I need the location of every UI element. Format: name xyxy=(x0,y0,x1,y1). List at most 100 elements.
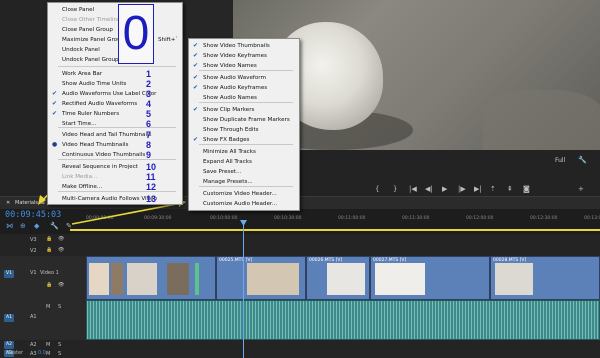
panel-menu: Close Panel Close Other Timeline Panels Cl… xyxy=(47,2,183,205)
check-icon: ✔ xyxy=(193,136,199,143)
menu-item[interactable]: ✔ Show Video Keyframes xyxy=(189,51,297,61)
check-icon: ✔ xyxy=(193,106,199,113)
menu-item[interactable]: Make Offline... 12 xyxy=(48,182,180,192)
menu-item-label: Audio Waveforms Use Label Color xyxy=(62,91,157,97)
check-icon: ✔ xyxy=(193,74,199,81)
menu-item: Close Other Timeline Panels xyxy=(48,15,180,25)
check-icon: ✔ xyxy=(193,42,199,49)
menu-item[interactable]: Minimize All Tracks xyxy=(189,147,297,157)
menu-item-label: Show Audio Keyframes xyxy=(203,85,268,91)
annotation-number: 10 xyxy=(146,162,157,172)
menu-item-label: Expand All Tracks xyxy=(203,159,252,165)
menu-item[interactable]: Maximize Panel Group Shift+` xyxy=(48,35,180,45)
timeline-settings-menu: ✔ Show Video Thumbnails ✔ Show Video Keyfra… xyxy=(188,38,300,211)
menu-item[interactable]: ✔ Audio Waveforms Use Label Color 3 xyxy=(48,89,180,99)
annotation-number: 9 xyxy=(146,150,152,160)
menu-item-label: Show FX Badges xyxy=(203,137,250,143)
menu-item[interactable]: Show Through Edits xyxy=(189,125,297,135)
menu-item-label: Undock Panel xyxy=(62,47,100,53)
annotation-number: 7 xyxy=(146,130,152,140)
menu-item[interactable]: Reveal Sequence in Project 10 xyxy=(48,162,180,172)
annotation-number: 12 xyxy=(146,182,157,192)
menu-item-label: Show Audio Names xyxy=(203,95,257,101)
menu-item-label: Show Through Edits xyxy=(203,127,259,133)
arrow-head-1 xyxy=(38,195,46,205)
menu-item-label: Show Duplicate Frame Markers xyxy=(203,117,290,123)
annotation-number: 2 xyxy=(146,79,152,89)
menu-item-label: Show Audio Time Units xyxy=(62,81,127,87)
menu-item-label: Undock Panel Group xyxy=(62,57,119,63)
menu-item[interactable]: Work Area Bar 1 xyxy=(48,69,180,79)
menu-item[interactable]: ● Video Head Thumbnails 8 xyxy=(48,140,180,150)
menu-item[interactable]: Save Preset... xyxy=(189,167,297,177)
menu-item-label: Start Time... xyxy=(62,121,97,127)
menu-item-label: Make Offline... xyxy=(62,184,103,190)
menu-item[interactable]: Customize Video Header... xyxy=(189,189,297,199)
menu-item[interactable]: Undock Panel Group xyxy=(48,55,180,65)
menu-item-label: Show Video Names xyxy=(203,63,257,69)
menu-item-label: Show Video Keyframes xyxy=(203,53,267,59)
annotation-number: 6 xyxy=(146,119,152,129)
menu-item[interactable]: Video Head and Tail Thumbnails 7 xyxy=(48,130,180,140)
menu-item-label: Customize Video Header... xyxy=(203,191,277,197)
menu-item[interactable]: Continuous Video Thumbnails 9 xyxy=(48,150,180,160)
menu-item-label: Rectified Audio Waveforms xyxy=(62,101,138,107)
menu-item[interactable]: Show Audio Time Units 2 xyxy=(48,79,180,89)
menu-item-label: Maximize Panel Group xyxy=(62,37,125,43)
menu-item[interactable]: Close Panel Group xyxy=(48,25,180,35)
menu-item-label: Reveal Sequence in Project xyxy=(62,164,138,170)
menu-item[interactable]: ✔ Rectified Audio Waveforms 4 xyxy=(48,99,180,109)
menu-item-label: Time Ruler Numbers xyxy=(62,111,120,117)
menu-item-label: Show Audio Waveform xyxy=(203,75,266,81)
menu-item[interactable]: Undock Panel xyxy=(48,45,180,55)
menu-item[interactable]: ✔ Show FX Badges xyxy=(189,135,297,145)
menu-item[interactable]: Show Duplicate Frame Markers xyxy=(189,115,297,125)
menu-item-label: Show Clip Markers xyxy=(203,107,255,113)
menu-item[interactable]: ✔ Show Video Names xyxy=(189,61,297,71)
menu-item[interactable]: Customize Audio Header... xyxy=(189,199,297,209)
annotation-number: 4 xyxy=(146,99,152,109)
annotation-number: 11 xyxy=(146,172,156,182)
check-icon: ✔ xyxy=(52,110,58,117)
annotation-number: 8 xyxy=(146,140,152,150)
menu-shortcut: Shift+` xyxy=(158,37,179,43)
menu-item: Link Media... 11 xyxy=(48,172,180,182)
menu-item[interactable]: ✔ Show Video Thumbnails xyxy=(189,41,297,51)
check-icon: ✔ xyxy=(193,62,199,69)
menu-item[interactable]: Manage Presets... xyxy=(189,177,297,187)
check-icon: ✔ xyxy=(52,100,58,107)
menu-item-label: Link Media... xyxy=(62,174,98,180)
check-icon: ✔ xyxy=(193,84,199,91)
check-icon: ✔ xyxy=(52,90,58,97)
menu-item-label: Multi-Camera Audio Follows Video xyxy=(62,196,158,202)
annotation-big-number: 0 xyxy=(118,4,154,64)
menu-item-label: Video Head and Tail Thumbnails xyxy=(62,132,152,138)
arrow-line-2 xyxy=(71,202,183,225)
annotation-number: 5 xyxy=(146,109,152,119)
menu-item-label: Close Panel xyxy=(62,7,95,13)
check-icon: ✔ xyxy=(193,52,199,59)
menu-item-label: Show Video Thumbnails xyxy=(203,43,270,49)
annotation-number: 3 xyxy=(146,89,152,99)
menu-item-label: Video Head Thumbnails xyxy=(62,142,129,148)
menu-item[interactable]: Expand All Tracks xyxy=(189,157,297,167)
menu-item-label: Save Preset... xyxy=(203,169,242,175)
menu-item[interactable]: ✔ Show Audio Keyframes xyxy=(189,83,297,93)
menu-item[interactable]: Close Panel xyxy=(48,5,180,15)
menu-item-label: Continuous Video Thumbnails xyxy=(62,152,146,158)
menu-item-label: Manage Presets... xyxy=(203,179,253,185)
menu-item-label: Close Panel Group xyxy=(62,27,113,33)
radio-dot-icon: ● xyxy=(52,141,58,148)
menu-item-label: Minimize All Tracks xyxy=(203,149,256,155)
menu-item[interactable]: ✔ Time Ruler Numbers 5 xyxy=(48,109,180,119)
menu-item[interactable]: Show Audio Names xyxy=(189,93,297,103)
annotation-number: 13 xyxy=(146,194,157,204)
menu-item[interactable]: ✔ Show Clip Markers xyxy=(189,105,297,115)
menu-item[interactable]: Start Time... 6 xyxy=(48,119,180,129)
menu-item-label: Customize Audio Header... xyxy=(203,201,278,207)
menu-item-label: Work Area Bar xyxy=(62,71,103,77)
annotation-number: 1 xyxy=(146,69,152,79)
menu-separator xyxy=(58,66,176,67)
menu-item[interactable]: ✔ Show Audio Waveform xyxy=(189,73,297,83)
menu-item[interactable]: Multi-Camera Audio Follows Video 13 xyxy=(48,194,180,204)
